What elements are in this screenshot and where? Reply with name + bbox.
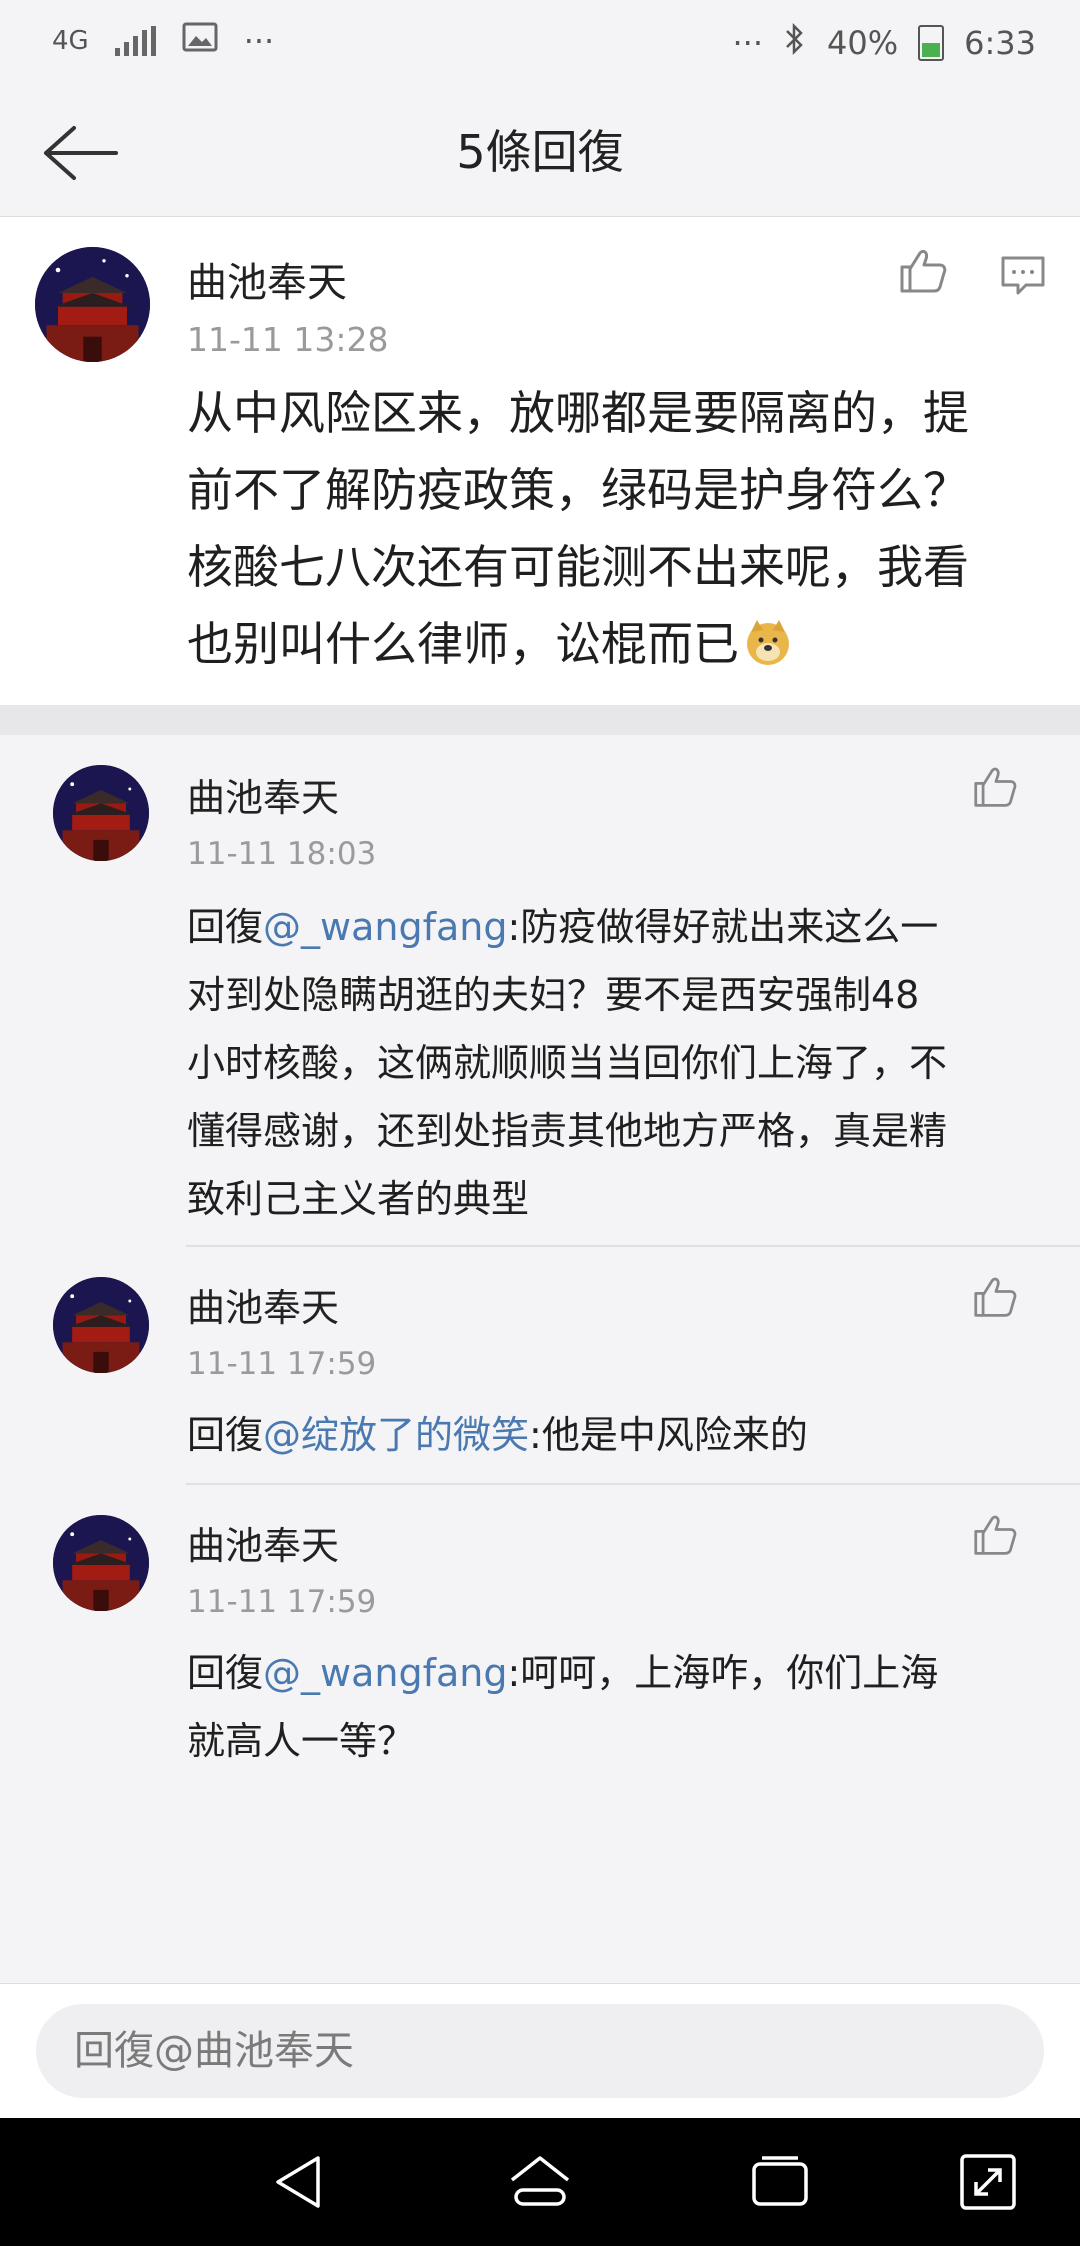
comment-line-text: 也别叫什么律师，讼棍而已	[187, 617, 739, 671]
network-indicator: 4G	[52, 26, 89, 56]
reply-first-line: 回復@绽放了的微笑:他是中风险来的	[187, 1401, 808, 1469]
reply-line: 致利己主义者的典型	[187, 1177, 530, 1221]
reply-author[interactable]: 曲池奉天	[187, 1515, 339, 1570]
thumbs-up-icon[interactable]	[972, 765, 1018, 813]
avatar[interactable]	[53, 1277, 149, 1373]
reply-line: 就高人一等？	[187, 1719, 416, 1763]
reply-text: :他是中风险来的	[529, 1413, 808, 1457]
reply-first-line: 回復@_wangfang:呵呵，上海咋，你们上海	[187, 1639, 938, 1707]
reply-text: :防疫做得好就出来这么一	[507, 905, 939, 949]
battery-percent: 40%	[827, 24, 899, 62]
reply-item: 曲池奉天 11-11 18:03 回復@_wangfang:防疫做得好就出来这么…	[0, 735, 1080, 1247]
reply-line: 对到处隐瞒胡逛的夫妇？要不是西安强制48	[187, 973, 920, 1017]
reply-author[interactable]: 曲池奉天	[187, 1277, 339, 1332]
comment-line: 核酸七八次还有可能测不出来呢，我看	[187, 540, 969, 594]
replies-list: 曲池奉天 11-11 18:03 回復@_wangfang:防疫做得好就出来这么…	[0, 735, 1080, 1983]
reply-prefix: 回復	[187, 905, 264, 949]
home-icon[interactable]	[504, 2146, 576, 2218]
reply-input[interactable]: 回復@曲池奉天	[36, 2004, 1044, 2098]
reply-item: 曲池奉天 11-11 17:59 回復@_wangfang:呵呵，上海咋，你们上…	[0, 1487, 1080, 1787]
more-status: ···	[732, 24, 764, 62]
avatar[interactable]	[53, 765, 149, 861]
reply-time: 11-11 17:59	[187, 1584, 377, 1620]
doge-emoji-icon	[743, 614, 793, 691]
mention-link[interactable]: @_wangfang	[263, 1651, 507, 1695]
comment-body: 从中风险区来，放哪都是要隔离的，提 前不了解防疫政策，绿码是护身符么？ 核酸七八…	[187, 375, 969, 691]
divider	[186, 1483, 1080, 1485]
reply-prefix: 回復	[187, 1413, 264, 1457]
comment-line: 也别叫什么律师，讼棍而已	[187, 606, 969, 691]
reply-line: 小时核酸，这俩就顺顺当当回你们上海了，不	[187, 1041, 948, 1085]
comment-time: 11-11 13:28	[187, 320, 389, 359]
comment-line: 从中风险区来，放哪都是要隔离的，提	[187, 386, 969, 440]
reply-first-line: 回復@_wangfang:防疫做得好就出来这么一	[187, 893, 947, 961]
signal-icon	[114, 26, 156, 56]
reply-author[interactable]: 曲池奉天	[187, 767, 339, 822]
system-nav-bar	[0, 2118, 1080, 2246]
thumbs-up-icon[interactable]	[972, 1513, 1018, 1561]
reply-time: 11-11 18:03	[187, 836, 377, 872]
mention-link[interactable]: @绽放了的微笑	[263, 1413, 529, 1457]
triangle-back-icon[interactable]	[264, 2146, 336, 2218]
comment-bubble-icon[interactable]	[1000, 255, 1046, 301]
main-comment: 曲池奉天 11-11 13:28 从中风险区来，放哪都是要隔离的，提 前不了解防…	[0, 217, 1080, 705]
thumbs-up-icon[interactable]	[898, 247, 948, 299]
page-title: 5條回復	[456, 125, 624, 179]
status-bar: 4G ··· ··· 40% 6:33	[0, 0, 1080, 90]
recents-icon[interactable]	[744, 2146, 816, 2218]
reply-body: 回復@_wangfang:防疫做得好就出来这么一 对到处隐瞒胡逛的夫妇？要不是西…	[187, 893, 947, 1233]
comment-line: 前不了解防疫政策，绿码是护身符么？	[187, 463, 969, 517]
reply-item: 曲池奉天 11-11 17:59 回復@绽放了的微笑:他是中风险来的	[0, 1247, 1080, 1485]
reply-text: :呵呵，上海咋，你们上海	[507, 1651, 939, 1695]
app-header: 5條回復	[0, 90, 1080, 217]
avatar[interactable]	[53, 1515, 149, 1611]
comment-author[interactable]: 曲池奉天	[187, 250, 347, 308]
composer-bar: 回復@曲池奉天	[0, 1983, 1080, 2119]
reply-body: 回復@绽放了的微笑:他是中风险来的	[187, 1401, 808, 1469]
reply-line: 懂得感谢，还到处指责其他地方严格，真是精	[187, 1109, 948, 1153]
reply-prefix: 回復	[187, 1651, 264, 1695]
bluetooth-icon	[783, 22, 807, 64]
expand-icon[interactable]	[952, 2146, 1024, 2218]
battery-icon	[918, 25, 945, 61]
reply-time: 11-11 17:59	[187, 1346, 377, 1382]
thumbs-up-icon[interactable]	[972, 1275, 1018, 1323]
avatar[interactable]	[35, 247, 150, 362]
more-notifications: ···	[243, 22, 275, 60]
image-notification-icon	[182, 22, 218, 60]
reply-body: 回復@_wangfang:呵呵，上海咋，你们上海 就高人一等？	[187, 1639, 938, 1775]
section-divider	[0, 705, 1080, 735]
mention-link[interactable]: @_wangfang	[263, 905, 507, 949]
clock: 6:33	[964, 24, 1036, 62]
